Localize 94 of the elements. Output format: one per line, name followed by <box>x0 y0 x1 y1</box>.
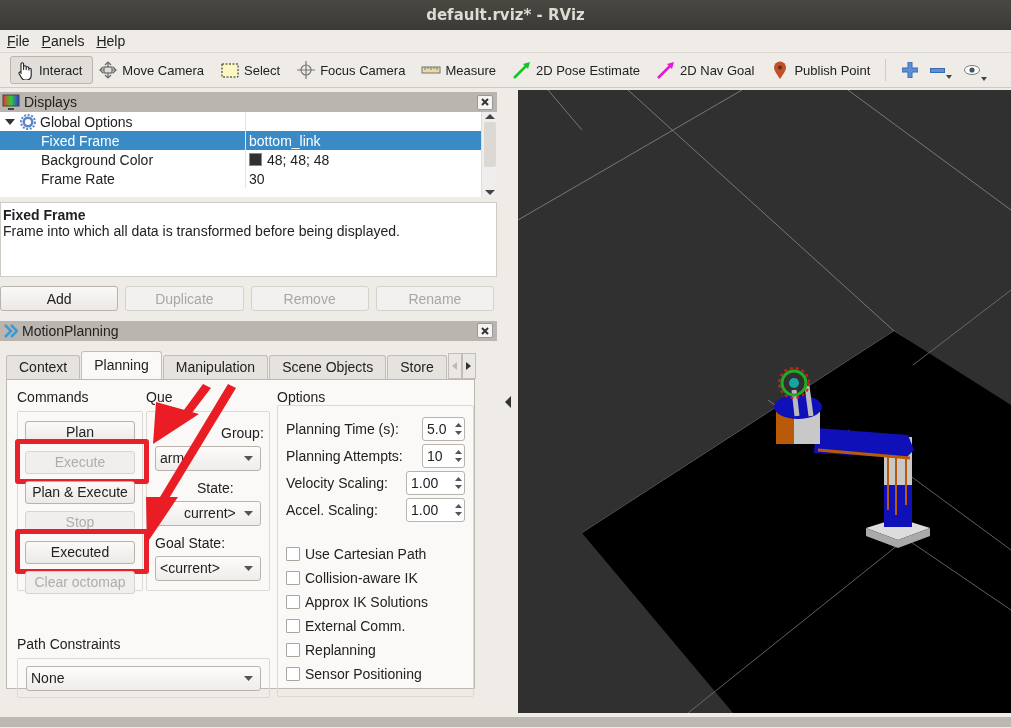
close-button[interactable] <box>477 323 493 339</box>
tool-button[interactable]: Measure <box>416 56 507 84</box>
panel-title: Displays <box>24 94 78 110</box>
tool-button[interactable]: 2D Pose Estimate <box>506 56 651 84</box>
selection-rectangle-icon <box>220 60 240 80</box>
description-text: Frame into which all data is transformed before being displayed. <box>3 223 400 239</box>
option-label: Accel. Scaling: <box>286 502 379 519</box>
field-label: Group: <box>220 424 261 443</box>
3d-viewport[interactable] <box>518 90 1011 713</box>
panel-title: MotionPlanning <box>22 322 120 339</box>
close-button[interactable] <box>477 94 493 110</box>
diagonal-arrow-icon <box>656 60 676 80</box>
spin-box[interactable]: 10 <box>422 444 465 469</box>
property-value: bottom_link <box>249 132 321 149</box>
checkbox[interactable] <box>286 642 300 657</box>
dropdown[interactable]: <current> <box>155 556 261 581</box>
collapse-arrow-icon <box>503 394 512 409</box>
property-value: 30 <box>249 170 265 187</box>
left-arrow-icon <box>451 360 459 371</box>
close-icon <box>481 98 489 106</box>
field-label: State: <box>196 479 235 498</box>
property-name: Background Color <box>41 151 154 168</box>
monitor-icon <box>2 93 20 111</box>
checkbox[interactable] <box>286 594 300 609</box>
option-label: Velocity Scaling: <box>286 475 389 492</box>
scroll-down-icon <box>483 187 496 197</box>
dropdown-arrow-icon <box>243 674 254 682</box>
option-label: Planning Time (s): <box>286 421 400 438</box>
dropdown-arrow-icon <box>243 509 254 517</box>
tool-button[interactable]: Interact <box>10 56 94 84</box>
tool-button[interactable]: Publish Point <box>765 56 882 84</box>
tool-button[interactable]: 2D Nav Goal <box>651 56 766 84</box>
hand-pointer-icon <box>15 60 35 80</box>
dropdown[interactable]: arm <box>155 446 261 471</box>
checkbox[interactable] <box>286 666 300 681</box>
spin-arrows-icon <box>453 448 464 465</box>
caret-icon <box>981 77 988 81</box>
tool-button[interactable]: Select <box>215 56 292 84</box>
property-value: 48; 48; 48 <box>267 151 330 168</box>
property-name: Fixed Frame <box>41 132 120 149</box>
tab[interactable]: Context <box>6 354 81 379</box>
tab[interactable]: Scene Objects <box>269 354 387 379</box>
menu-item[interactable]: Help <box>96 33 126 49</box>
tool-button[interactable]: Focus Camera <box>291 56 417 84</box>
command-button[interactable]: Executed <box>25 540 135 564</box>
spin-arrows-icon <box>453 475 464 492</box>
dropdown[interactable]: None <box>26 665 261 691</box>
spin-box[interactable]: 1.00 <box>406 471 465 496</box>
group-label: Commands <box>17 388 90 407</box>
tree-row[interactable]: Background Color 48; 48; 48 <box>0 150 481 169</box>
minus-icon <box>930 67 946 73</box>
chevron-icon <box>2 322 18 339</box>
dropdown-arrow-icon <box>243 454 254 462</box>
window-title: default.rviz* - RViz <box>426 6 585 24</box>
checkbox-label: Sensor Positioning <box>305 665 422 682</box>
checkbox[interactable] <box>286 546 300 561</box>
spin-arrows-icon <box>453 502 464 519</box>
property-name: Global Options <box>40 113 133 130</box>
close-icon <box>481 326 489 335</box>
spin-arrows-icon <box>453 421 464 438</box>
command-button[interactable]: Plan & Execute <box>25 480 135 504</box>
checkbox[interactable] <box>286 570 300 585</box>
tab[interactable]: Store <box>387 354 447 379</box>
checkbox-label: Use Cartesian Path <box>305 545 427 562</box>
checkbox-label: Approx IK Solutions <box>305 593 428 610</box>
tree-row[interactable]: Frame Rate 30 <box>0 169 481 188</box>
checkbox-label: External Comm. <box>305 617 406 634</box>
eye-icon <box>964 65 981 75</box>
checkbox-label: Collision-aware IK <box>305 569 418 586</box>
plus-icon <box>902 62 919 78</box>
spin-box[interactable]: 1.00 <box>406 498 465 523</box>
move-arrows-icon <box>98 60 119 80</box>
checkbox-label: Replanning <box>305 641 376 658</box>
tree-row[interactable]: Fixed Frame bottom_link <box>0 131 481 150</box>
field-label: Goal State: <box>155 534 227 553</box>
property-name: Frame Rate <box>41 170 115 187</box>
diagonal-arrow-icon <box>511 60 532 80</box>
spin-box[interactable]: 5.0 <box>422 417 465 442</box>
group-label: Options <box>277 388 327 405</box>
dropdown-arrow-icon <box>243 564 254 572</box>
checkbox[interactable] <box>286 618 300 633</box>
group-label: Path Constraints <box>17 635 122 654</box>
tab[interactable]: Planning <box>81 350 162 379</box>
panel-button[interactable]: Add <box>0 286 119 311</box>
group-label: Que <box>146 388 174 407</box>
menu-item[interactable]: Panels <box>41 33 85 49</box>
option-label: Planning Attempts: <box>286 448 404 465</box>
caret-icon <box>946 74 953 79</box>
right-arrow-icon <box>465 360 473 371</box>
description-title: Fixed Frame <box>3 207 87 223</box>
tab[interactable]: Manipulation <box>162 354 269 379</box>
menu-item[interactable]: File <box>7 33 30 49</box>
crosshair-icon <box>296 60 317 80</box>
tool-button[interactable]: Move Camera <box>93 56 215 84</box>
